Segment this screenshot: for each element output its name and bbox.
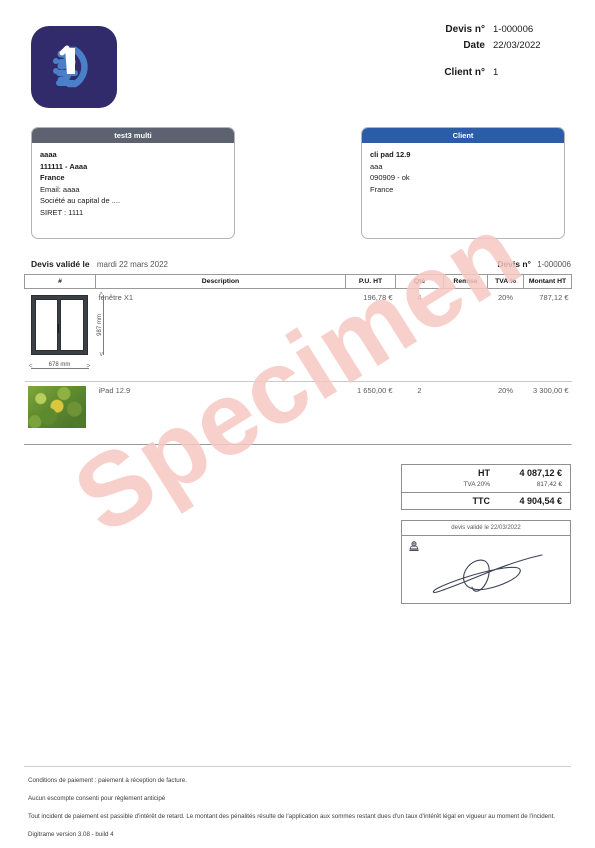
client-line: France [370,184,394,194]
window-handle-icon [57,324,59,333]
total-ht-row: HT 4 087,12 € [402,465,570,481]
row-visual-cell: ^ v 987 mm < > 678 mm [24,288,104,382]
footer-line: Aucun escompte consenti pour règlement a… [28,795,166,802]
table-row: iPad 12.9 1 650,00 € 2 20% 3 300,00 € [24,381,572,445]
client-line: 090909 - ok [370,173,410,182]
window-height-value: 987 mm [96,314,103,336]
totals-box: HT 4 087,12 € TVA 20% 817,42 € TTC 4 904… [401,464,571,510]
window-diagram: ^ v 987 mm < > 678 mm [28,292,104,371]
footer-line: Digitrame version 3.08 - build 4 [28,831,114,838]
arrow-down-icon: v [99,351,104,358]
handwritten-signature [432,554,543,593]
row-amount: 787,12 € [523,288,572,382]
row-quantity: 4 [395,288,444,382]
table-bottom-rule [24,444,571,445]
row-discount [443,288,488,382]
devis-number-label: Devis n° [445,24,485,35]
total-ttc-row: TTC 4 904,54 € [402,492,570,509]
dimension-line-horizontal [30,368,89,369]
client-line: cli pad 12.9 [370,150,411,159]
supplier-line: France [40,173,65,182]
product-photo-thumbnail [27,386,86,428]
supplier-box-body: aaaa 111111 - Aaaa France Email: aaaa So… [32,143,234,218]
client-box: Client cli pad 12.9 aaa 090909 - ok Fran… [361,127,565,239]
validation-date: mardi 22 mars 2022 [96,260,168,269]
th-vat: TVA % [487,274,524,289]
line-items-table: # Description P.U. HT Qté Remise TVA % M… [24,274,572,445]
footer-divider [24,766,571,767]
th-description: Description [95,274,346,289]
date-value: 22/03/2022 [493,40,541,51]
document-meta: Devis n° 1-000006 Date 22/03/2022 Client… [271,24,571,83]
devis-number-label-secondary: Devis n° [497,259,531,269]
row-unit-price: 196,78 € [345,288,396,382]
company-logo [31,26,117,108]
total-ttc-label: TTC [472,496,491,506]
client-number-row: Client n° 1 [271,67,571,78]
date-row: Date 22/03/2022 [271,40,571,51]
footer-line: Tout incident de paiement est passible d… [28,813,556,820]
logo-mark-icon [53,45,88,88]
devis-number-secondary: Devis n° 1-000006 [497,259,571,269]
supplier-line: aaaa [40,150,57,159]
row-amount: 3 300,00 € [523,381,572,445]
supplier-line: Email: aaaa [40,184,80,194]
total-ht-label: HT [478,468,490,478]
row-unit-price: 1 650,00 € [345,381,396,445]
client-box-body: cli pad 12.9 aaa 090909 - ok France [362,143,564,195]
devis-number-value: 1-000006 [493,24,534,35]
supplier-line: 111111 - Aaaa [40,161,88,171]
client-number-label: Client n° [444,67,485,78]
devis-number-row: Devis n° 1-000006 [271,24,571,35]
validation-line: Devis validé le mardi 22 mars 2022 [31,259,168,269]
supplier-line: SIRET : 1111 [40,207,84,217]
footer-terms: Conditions de paiement : paiement à réce… [28,776,571,848]
client-number-value: 1 [493,67,499,78]
validation-label: Devis validé le [31,259,90,269]
table-row: ^ v 987 mm < > 678 mm fenêtre X1 196,78 [24,288,572,382]
row-vat: 20% [487,381,524,445]
row-description: fenêtre X1 [95,288,346,382]
window-pane-left [34,299,58,351]
signature-header: devis validé le 22/03/2022 [402,521,570,536]
row-vat: 20% [487,288,524,382]
th-number: # [24,274,96,289]
row-quantity: 2 [395,381,444,445]
row-description: iPad 12.9 [95,381,346,445]
th-discount: Remise [443,274,488,289]
table-header-row: # Description P.U. HT Qté Remise TVA % M… [24,274,572,289]
window-height-dimension: ^ v 987 mm [92,292,106,358]
signature-area [402,536,570,604]
th-quantity: Qté [395,274,444,289]
total-tva-row: TVA 20% 817,42 € [402,481,570,492]
devis-number-value-secondary: 1-000006 [537,260,571,269]
total-tva-value: 817,42 € [536,481,562,488]
footer-line: Conditions de paiement : paiement à réce… [28,777,187,784]
row-discount [443,381,488,445]
client-line: aaa [370,161,383,171]
supplier-box: test3 multi aaaa 111111 - Aaaa France Em… [31,127,235,239]
window-frame-icon [30,295,88,355]
quote-document-page: Specimen Devis n° 1-000006 Date 22/03/20… [0,0,595,842]
th-unit-price: P.U. HT [345,274,396,289]
date-label: Date [463,40,485,51]
window-pane-right [60,299,84,351]
total-ttc-value: 4 904,54 € [519,496,562,506]
supplier-line: Société au capital de .... [40,196,121,205]
row-visual-cell [24,381,96,445]
client-box-title: Client [362,128,564,143]
total-ht-value: 4 087,12 € [519,468,562,478]
signature-box: devis validé le 22/03/2022 [401,520,571,604]
window-width-value: 678 mm [48,362,71,368]
arrow-up-icon: ^ [99,292,103,299]
th-amount: Montant HT [523,274,572,289]
window-width-dimension: < > 678 mm [29,359,91,371]
total-tva-label: TVA 20% [463,481,490,488]
supplier-box-title: test3 multi [32,128,234,143]
